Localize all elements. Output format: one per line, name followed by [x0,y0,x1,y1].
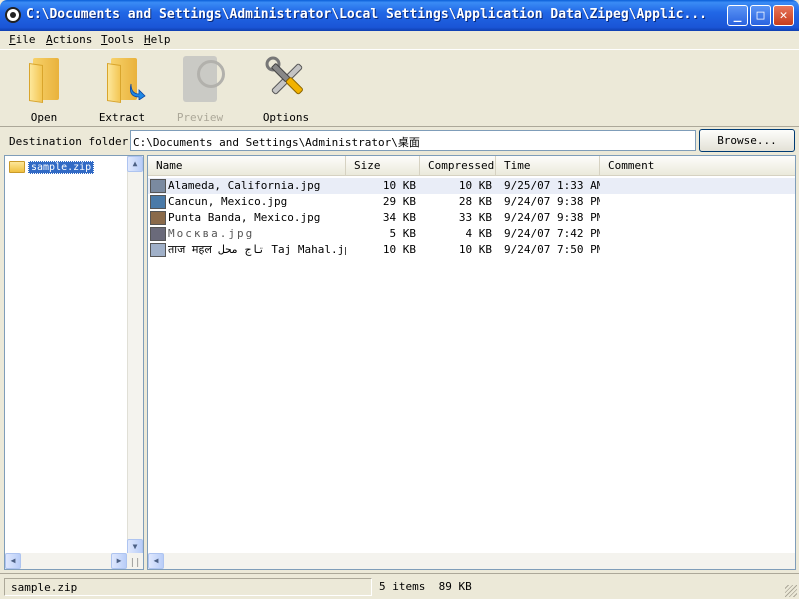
scroll-right-icon[interactable]: ▶ [111,553,127,569]
column-comment[interactable]: Comment [600,156,795,176]
file-size: 10 KB [382,243,416,256]
file-list-header: Name Size Compressed Time Comment [148,156,795,176]
file-row[interactable]: Punta Banda, Mexico.jpg 34 KB 33 KB 9/24… [148,210,795,226]
file-size: 5 KB [389,227,417,240]
destination-label: Destination folder: [9,135,135,148]
file-compressed: 10 KB [458,243,492,256]
open-button[interactable]: Open [11,50,77,126]
column-compressed[interactable]: Compressed [420,156,496,176]
image-thumbnail-icon [150,195,166,209]
menu-file[interactable]: File [9,33,36,46]
menu-bar: File Actions Tools Help [0,31,799,49]
open-label: Open [30,111,58,124]
file-compressed: 4 KB [465,227,493,240]
app-icon[interactable] [5,7,21,23]
column-size[interactable]: Size [346,156,420,176]
file-time: 9/24/07 7:50 PM [504,243,600,256]
destination-input[interactable]: C:\Documents and Settings\Administrator\… [130,130,696,151]
file-compressed: 28 KB [458,195,492,208]
file-list-horizontal-scrollbar[interactable]: ◀ [148,553,795,569]
scroll-up-icon[interactable]: ▲ [127,156,143,172]
file-time: 9/24/07 9:38 PM [504,195,600,208]
file-time: 9/24/07 9:38 PM [504,211,600,224]
file-name: Москва.jpg [168,227,255,240]
menu-tools[interactable]: Tools [101,33,134,46]
window-title: C:\Documents and Settings\Administrator\… [26,7,707,22]
folder-icon [29,58,59,103]
status-bar: sample.zip 5 items 89 KB [0,573,799,599]
file-compressed: 33 KB [458,211,492,224]
column-name[interactable]: Name [148,156,346,176]
file-name: Punta Banda, Mexico.jpg [168,211,321,224]
extract-label: Extract [98,111,146,124]
menu-actions[interactable]: Actions [46,33,92,46]
file-name: Alameda, California.jpg [168,179,321,192]
resize-grip-icon[interactable] [785,585,797,597]
minimize-button[interactable]: _ [727,5,748,26]
close-button[interactable]: ✕ [773,5,794,26]
image-thumbnail-icon [150,179,166,193]
status-archive-name: sample.zip [4,578,372,596]
image-thumbnail-icon [150,227,166,241]
file-row[interactable]: Cancun, Mexico.jpg 29 KB 28 KB 9/24/07 9… [148,194,795,210]
maximize-button[interactable]: □ [750,5,771,26]
scroll-left-icon[interactable]: ◀ [148,553,164,569]
tree-item-label: sample.zip [28,160,95,174]
tree-vertical-scrollbar[interactable]: ▲ ▼ [127,156,143,555]
file-compressed: 10 KB [458,179,492,192]
file-row[interactable]: Alameda, California.jpg 10 KB 10 KB 9/25… [148,178,795,194]
splitter-handle-icon[interactable]: || [127,555,143,571]
column-time[interactable]: Time [496,156,600,176]
scroll-left-icon[interactable]: ◀ [5,553,21,569]
toolbar: Open Extract Preview Options [0,49,799,127]
file-list[interactable]: Name Size Compressed Time Comment Alamed… [147,155,796,570]
extract-arrow-icon [129,83,146,100]
options-label: Options [262,111,310,124]
title-bar[interactable]: C:\Documents and Settings\Administrator\… [0,0,799,31]
magnifier-icon [183,56,225,102]
options-button[interactable]: Options [253,50,319,126]
tools-icon [265,56,303,95]
file-name: ताज महल تاج محل Taj Mahal.jpg [168,243,346,256]
preview-label: Preview [176,111,224,124]
menu-help[interactable]: Help [144,33,171,46]
archive-tree[interactable]: sample.zip ▲ ▼ ◀ ▶ [4,155,144,570]
status-summary: 5 items 89 KB [379,580,472,593]
image-thumbnail-icon [150,243,166,257]
file-name: Cancun, Mexico.jpg [168,195,288,208]
image-thumbnail-icon [150,211,166,225]
file-row[interactable]: ताज महल تاج محل Taj Mahal.jpg 10 KB 10 K… [148,242,795,258]
tree-horizontal-scrollbar[interactable]: ◀ ▶ [5,553,143,569]
browse-button[interactable]: Browse... [699,129,795,152]
folder-icon [9,161,25,173]
file-size: 34 KB [382,211,416,224]
file-row[interactable]: Москва.jpg 5 KB 4 KB 9/24/07 7:42 PM [148,226,795,242]
tree-item-root[interactable]: sample.zip [9,160,95,174]
file-time: 9/25/07 1:33 AM [504,179,600,192]
file-size: 29 KB [382,195,416,208]
extract-button[interactable]: Extract [89,50,155,126]
preview-button[interactable]: Preview [167,50,233,126]
file-size: 10 KB [382,179,416,192]
file-time: 9/24/07 7:42 PM [504,227,600,240]
